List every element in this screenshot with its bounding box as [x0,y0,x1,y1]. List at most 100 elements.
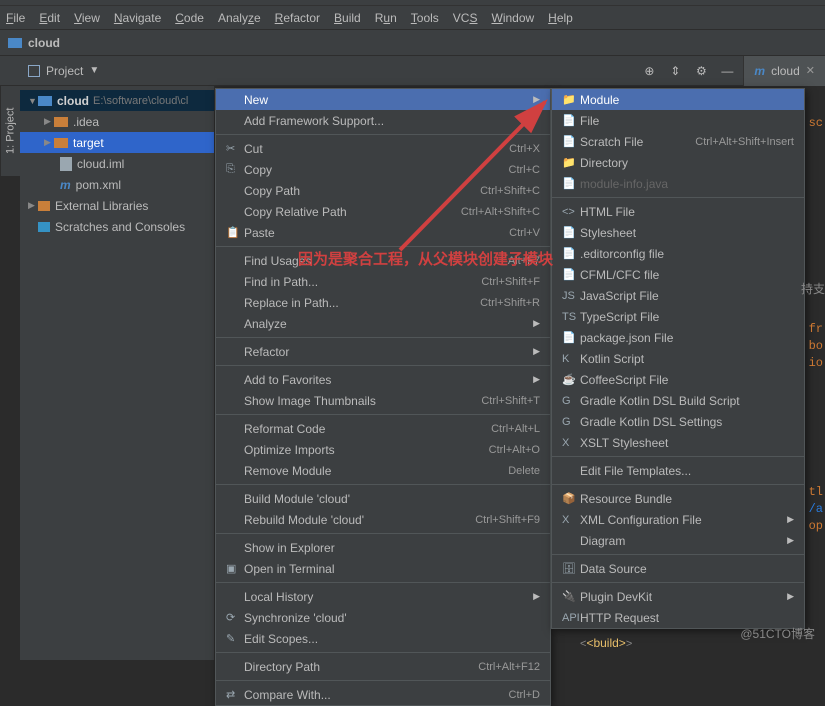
new-package-json-file[interactable]: 📄package.json File [552,327,804,348]
tree-item-target[interactable]: ▶ target [20,132,214,153]
menu-icon: <> [562,206,580,218]
menu-navigate[interactable]: Navigate [114,11,161,25]
tree-item-pom[interactable]: m pom.xml [20,174,214,195]
ctx-reformat-code[interactable]: Reformat CodeCtrl+Alt+L [216,418,550,439]
folder-icon [38,96,52,106]
watermark: @51CTO博客 [740,625,815,642]
menu-tools[interactable]: Tools [411,11,439,25]
menu-file[interactable]: File [6,11,25,25]
menu-build[interactable]: Build [334,11,361,25]
menu-edit[interactable]: Edit [39,11,60,25]
new-stylesheet[interactable]: 📄Stylesheet [552,222,804,243]
breadcrumb-bar: cloud [0,30,825,56]
menu-bar: File Edit View Navigate Code Analyze Ref… [0,6,825,30]
tree-item-cloud-iml[interactable]: cloud.iml [20,153,214,174]
ctx-edit-scopes-[interactable]: ✎Edit Scopes... [216,628,550,649]
new-directory[interactable]: 📁Directory [552,152,804,173]
menu-icon: ⇄ [226,688,244,701]
ctx-build-module-cloud-[interactable]: Build Module 'cloud' [216,488,550,509]
menu-icon: ☕ [562,373,580,386]
new-submenu: 📁Module📄File📄Scratch FileCtrl+Alt+Shift+… [551,88,805,629]
menu-icon: 📦 [562,492,580,505]
new-diagram[interactable]: Diagram▶ [552,530,804,551]
menu-code[interactable]: Code [175,11,204,25]
menu-icon: 📄 [562,268,580,281]
settings-icon[interactable]: ⚙ [691,61,711,81]
ctx-local-history[interactable]: Local History▶ [216,586,550,607]
new-coffeescript-file[interactable]: ☕CoffeeScript File [552,369,804,390]
scratch-icon [38,222,50,232]
menu-window[interactable]: Window [491,11,534,25]
new-kotlin-script[interactable]: KKotlin Script [552,348,804,369]
collapse-icon[interactable]: ⇕ [665,61,685,81]
menu-run[interactable]: Run [375,11,397,25]
chevron-down-icon: ▼ [89,65,99,76]
new-xml-configuration-file[interactable]: XXML Configuration File▶ [552,509,804,530]
new-module-info-java[interactable]: 📄module-info.java [552,173,804,194]
new-xslt-stylesheet[interactable]: XXSLT Stylesheet [552,432,804,453]
project-view-selector[interactable]: Project ▼ [0,64,109,78]
menu-view[interactable]: View [74,11,100,25]
file-icon [60,157,72,171]
new--editorconfig-file[interactable]: 📄.editorconfig file [552,243,804,264]
new-html-file[interactable]: <>HTML File [552,201,804,222]
close-icon[interactable]: ✕ [806,64,815,77]
menu-icon: X [562,437,580,449]
ctx-replace-in-path-[interactable]: Replace in Path...Ctrl+Shift+R [216,292,550,313]
maven-icon: m [60,178,71,192]
chevron-right-icon: ▶ [533,374,540,385]
tab-label: cloud [771,64,800,78]
new-file[interactable]: 📄File [552,110,804,131]
ctx-refactor[interactable]: Refactor▶ [216,341,550,362]
annotation-text: 因为是聚合工程，从父模块创建子模块 [298,248,553,269]
new-gradle-kotlin-dsl-build-script[interactable]: GGradle Kotlin DSL Build Script [552,390,804,411]
menu-help[interactable]: Help [548,11,573,25]
ctx-analyze[interactable]: Analyze▶ [216,313,550,334]
tree-external-libraries[interactable]: ▶ External Libraries [20,195,214,216]
editor-code-hint: <<build>> [580,636,632,650]
tree-item-idea[interactable]: ▶ .idea [20,111,214,132]
menu-vcs[interactable]: VCS [453,11,478,25]
project-label: Project [46,64,83,78]
chevron-right-icon: ▶ [533,591,540,602]
ctx-add-to-favorites[interactable]: Add to Favorites▶ [216,369,550,390]
new-scratch-file[interactable]: 📄Scratch FileCtrl+Alt+Shift+Insert [552,131,804,152]
sidebar-tab-project[interactable]: 1: Project [0,86,20,176]
new-edit-file-templates-[interactable]: Edit File Templates... [552,460,804,481]
new-cfml-cfc-file[interactable]: 📄CFML/CFC file [552,264,804,285]
tree-scratches[interactable]: ▶ Scratches and Consoles [20,216,214,237]
ctx-compare-with-[interactable]: ⇄Compare With...Ctrl+D [216,684,550,705]
new-gradle-kotlin-dsl-settings[interactable]: GGradle Kotlin DSL Settings [552,411,804,432]
ctx-show-image-thumbnails[interactable]: Show Image ThumbnailsCtrl+Shift+T [216,390,550,411]
chevron-right-icon: ▶ [533,318,540,329]
menu-icon: ✎ [226,632,244,645]
new-data-source[interactable]: 🗄Data Source [552,558,804,579]
new-javascript-file[interactable]: JSJavaScript File [552,285,804,306]
tree-root[interactable]: ▼ cloud E:\software\cloud\cl [20,90,214,111]
new-typescript-file[interactable]: TSTypeScript File [552,306,804,327]
folder-icon [8,38,22,48]
ctx-show-in-explorer[interactable]: Show in Explorer [216,537,550,558]
menu-icon: 📋 [226,226,244,239]
ctx-find-in-path-[interactable]: Find in Path...Ctrl+Shift+F [216,271,550,292]
minimize-icon[interactable]: — [717,61,737,81]
ctx-open-in-terminal[interactable]: ▣Open in Terminal [216,558,550,579]
menu-analyze[interactable]: Analyze [218,11,261,25]
menu-icon: API [562,612,580,624]
ctx-remove-module[interactable]: Remove ModuleDelete [216,460,550,481]
project-icon [28,65,40,77]
locate-icon[interactable]: ⊕ [639,61,659,81]
menu-icon: G [562,395,580,407]
ctx-directory-path[interactable]: Directory PathCtrl+Alt+F12 [216,656,550,677]
new-plugin-devkit[interactable]: 🔌Plugin DevKit▶ [552,586,804,607]
ctx-optimize-imports[interactable]: Optimize ImportsCtrl+Alt+O [216,439,550,460]
annotation-arrow [390,90,560,260]
ctx-rebuild-module-cloud-[interactable]: Rebuild Module 'cloud'Ctrl+Shift+F9 [216,509,550,530]
editor-tab-cloud[interactable]: m cloud ✕ [743,56,825,86]
new-module[interactable]: 📁Module [552,89,804,110]
menu-refactor[interactable]: Refactor [275,11,320,25]
new-resource-bundle[interactable]: 📦Resource Bundle [552,488,804,509]
ctx-synchronize-cloud-[interactable]: ⟳Synchronize 'cloud' [216,607,550,628]
menu-icon: 📄 [562,247,580,260]
breadcrumb-cloud[interactable]: cloud [28,36,60,50]
